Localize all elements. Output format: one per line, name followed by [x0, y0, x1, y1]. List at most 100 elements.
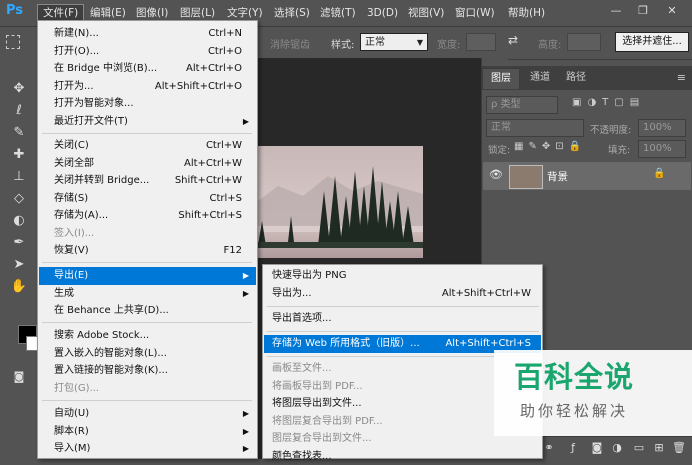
filter-label: ρ 类型 [491, 99, 521, 110]
tab-channels[interactable]: 通道 [522, 68, 558, 88]
style-select[interactable]: 正常 ▼ [360, 33, 428, 51]
menu-item-close[interactable]: 关闭(C)Ctrl+W [39, 137, 256, 155]
layer-thumbnail [509, 165, 543, 189]
dodge-tool-icon[interactable]: ◐ [8, 212, 30, 230]
fx-icon[interactable]: ƒ [566, 441, 580, 455]
menu-item-open-smart-object[interactable]: 打开为智能对象... [39, 95, 256, 113]
menu-separator [267, 306, 539, 307]
new-layer-icon[interactable]: ⊞ [652, 441, 666, 455]
restore-icon[interactable]: ❐ [634, 3, 652, 19]
menu-item-generate[interactable]: 生成▶ [39, 285, 256, 303]
menu-view[interactable]: 视图(V) [403, 4, 449, 22]
menu-help[interactable]: 帮助(H) [503, 4, 550, 22]
width-input[interactable] [466, 33, 496, 51]
fill-input[interactable]: 100% [638, 140, 686, 158]
style-label: 样式: [331, 36, 354, 51]
opacity-input[interactable]: 100% [638, 119, 686, 137]
menu-window[interactable]: 窗口(W) [450, 4, 500, 22]
opacity-value: 100% [643, 122, 672, 133]
tab-paths[interactable]: 路径 [558, 68, 594, 88]
height-input[interactable] [567, 33, 601, 51]
menu-item-save-as[interactable]: 存储为(A)...Shift+Ctrl+S [39, 207, 256, 225]
menu-item-close-all[interactable]: 关闭全部Alt+Ctrl+W [39, 155, 256, 173]
menu-item-browse-bridge[interactable]: 在 Bridge 中浏览(B)...Alt+Ctrl+O [39, 60, 256, 78]
menu-item-new[interactable]: 新建(N)...Ctrl+N [39, 25, 256, 43]
healing-brush-tool-icon[interactable]: ✚ [8, 146, 30, 164]
menu-item-automate[interactable]: 自动(U)▶ [39, 405, 256, 423]
select-and-mask-button[interactable]: 选择并遮住... [615, 32, 689, 52]
eye-icon[interactable]: 👁 [489, 168, 503, 181]
photoshop-logo: Ps [6, 3, 28, 22]
menu-item-recent-files[interactable]: 最近打开文件(T)▶ [39, 113, 256, 131]
mask-icon[interactable]: ◙ [590, 441, 604, 455]
menu-item-export-preferences[interactable]: 导出首选项... [264, 310, 541, 328]
tab-layers[interactable]: 图层 [482, 68, 520, 89]
menu-item-share-behance[interactable]: 在 Behance 上共享(D)... [39, 302, 256, 320]
menu-filter[interactable]: 滤镜(T) [315, 4, 361, 22]
menu-item-place-embedded[interactable]: 置入嵌入的智能对象(L)... [39, 345, 256, 363]
menu-separator [267, 331, 539, 332]
lock-icons[interactable]: ▦✎✥⊡🔒 [514, 141, 586, 152]
menu-item-open-as[interactable]: 打开为...Alt+Shift+Ctrl+O [39, 78, 256, 96]
tools-panel: ✥ ℓ ✎ ✚ ⊥ ◇ ◐ ✒ ➤ ✋ ◙ [0, 58, 41, 459]
layer-filter-select[interactable]: ρ 类型 [486, 96, 558, 114]
lasso-tool-icon[interactable]: ℓ [8, 102, 30, 120]
menu-item-close-go-bridge[interactable]: 关闭并转到 Bridge...Shift+Ctrl+W [39, 172, 256, 190]
blend-mode-select[interactable]: 正常 [486, 119, 584, 137]
menu-item-package: 打包(G)... [39, 380, 256, 398]
marquee-icon[interactable] [6, 35, 20, 49]
group-icon[interactable]: ▭ [632, 441, 646, 455]
menu-separator [42, 400, 252, 401]
swap-icon[interactable]: ⇄ [508, 33, 518, 47]
menu-item-import[interactable]: 导入(M)▶ [39, 440, 256, 458]
minimize-icon[interactable]: — [607, 3, 625, 19]
layer-name: 背景 [547, 169, 568, 184]
menu-item-export-as[interactable]: 导出为...Alt+Shift+Ctrl+W [264, 285, 541, 303]
menu-separator [42, 262, 252, 263]
style-value: 正常 [365, 37, 385, 48]
watermark: 百科全说 助你轻松解决 [494, 350, 692, 436]
eraser-tool-icon[interactable]: ◇ [8, 190, 30, 208]
stamp-tool-icon[interactable]: ⊥ [8, 168, 30, 186]
menu-item-search-stock[interactable]: 搜索 Adobe Stock... [39, 327, 256, 345]
menu-select[interactable]: 选择(S) [269, 4, 315, 22]
menu-separator [42, 133, 252, 134]
trash-icon[interactable]: 🗑 [672, 441, 686, 455]
menu-item-place-linked[interactable]: 置入链接的智能对象(K)... [39, 362, 256, 380]
adjustment-layer-icon[interactable]: ◑ [610, 441, 624, 455]
hand-tool-icon[interactable]: ✋ [8, 278, 30, 296]
blend-mode-value: 正常 [491, 122, 511, 133]
lock-icon: 🔒 [653, 168, 665, 179]
pen-tool-icon[interactable]: ✒ [8, 234, 30, 252]
watermark-title: 百科全说 [494, 354, 654, 396]
menu-item-check-in: 签入(I)... [39, 225, 256, 243]
link-icon[interactable]: ⚭ [542, 441, 556, 455]
menu-item-export[interactable]: 导出(E)▶ [39, 267, 256, 285]
menu-item-revert[interactable]: 恢复(V)F12 [39, 242, 256, 260]
menu-item-scripts[interactable]: 脚本(R)▶ [39, 423, 256, 441]
file-menu: 新建(N)...Ctrl+N 打开(O)...Ctrl+O 在 Bridge 中… [37, 20, 258, 459]
panel-menu-icon[interactable]: ≡ [677, 71, 686, 84]
layer-row[interactable]: 👁 背景 🔒 [483, 162, 691, 190]
submenu-arrow-icon: ▶ [243, 405, 249, 423]
quick-select-tool-icon[interactable]: ✎ [8, 124, 30, 142]
menu-item-open[interactable]: 打开(O)...Ctrl+O [39, 43, 256, 61]
menu-separator [42, 322, 252, 323]
lock-label: 锁定: [488, 142, 510, 156]
submenu-arrow-icon: ▶ [243, 440, 249, 458]
menu-3d[interactable]: 3D(D) [362, 4, 403, 22]
quick-mask-icon[interactable]: ◙ [8, 368, 30, 386]
move-tool-icon[interactable]: ✥ [8, 80, 30, 98]
filter-icons[interactable]: ▣◑T▢▤ [572, 97, 645, 108]
close-icon[interactable]: ✕ [663, 3, 681, 19]
width-label: 宽度: [437, 36, 460, 51]
menu-item-quick-export-png[interactable]: 快速导出为 PNG [264, 267, 541, 285]
opacity-label: 不透明度: [590, 122, 631, 136]
fill-label: 填充: [608, 142, 630, 156]
menu-item-color-lookup[interactable]: 颜色查找表... [264, 448, 541, 465]
chevron-down-icon: ▼ [417, 34, 423, 52]
submenu-arrow-icon: ▶ [243, 285, 249, 303]
watermark-subtitle: 助你轻松解决 [494, 400, 654, 421]
menu-item-save[interactable]: 存储(S)Ctrl+S [39, 190, 256, 208]
path-select-tool-icon[interactable]: ➤ [8, 256, 30, 274]
